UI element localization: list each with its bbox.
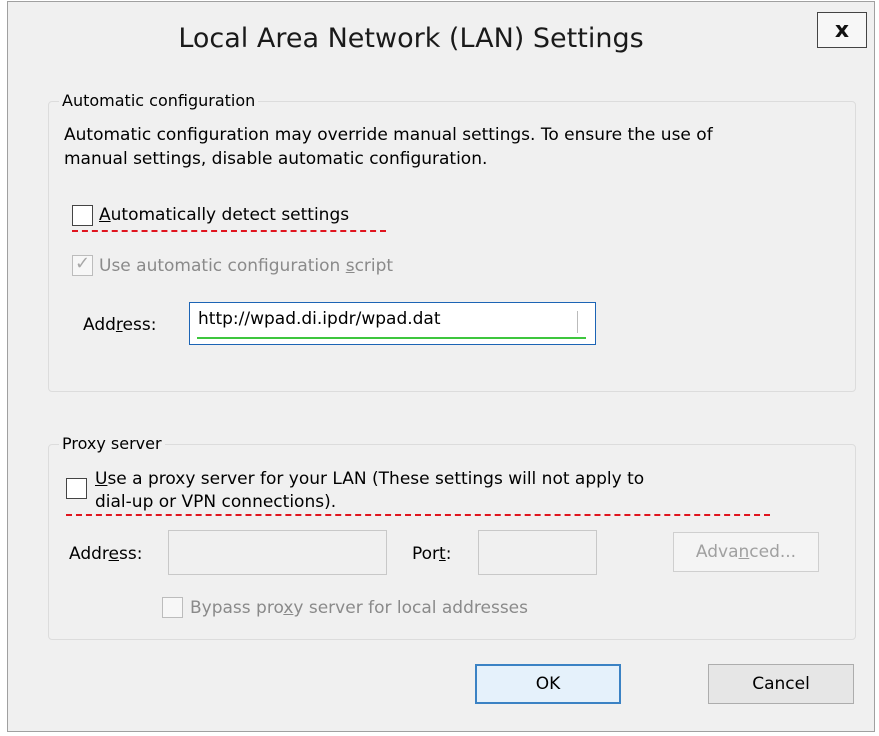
bypass-local-label[interactable]: Bypass proxy server for local addresses: [190, 598, 528, 618]
checkmark-icon: ✓: [75, 253, 91, 274]
auto-config-script-label[interactable]: Use automatic configuration script: [99, 256, 393, 276]
proxy-address-input[interactable]: [168, 530, 387, 575]
automatic-configuration-title: Automatic configuration: [59, 91, 259, 110]
auto-detect-label[interactable]: Automatically detect settings: [99, 205, 349, 225]
close-icon: x: [834, 17, 850, 43]
proxy-address-label: Address:: [69, 544, 143, 564]
cancel-button[interactable]: Cancel: [708, 664, 854, 704]
title-bar: Local Area Network (LAN) Settings x: [8, 2, 874, 80]
lan-settings-dialog: Local Area Network (LAN) Settings x Auto…: [7, 1, 875, 732]
proxy-port-label: Port:: [412, 544, 452, 564]
auto-config-description-line1: Automatic configuration may override man…: [64, 125, 713, 145]
auto-config-address-label: Address:: [83, 315, 157, 335]
advanced-button[interactable]: Adva n ced...: [673, 532, 819, 572]
spellcheck-underline: [197, 337, 586, 339]
focus-underline: [66, 514, 770, 516]
text-cursor: [577, 311, 578, 333]
use-proxy-label-line1[interactable]: Use a proxy server for your LAN (These s…: [95, 469, 644, 489]
use-proxy-checkbox[interactable]: [66, 478, 87, 499]
auto-detect-checkbox[interactable]: [72, 205, 93, 226]
dialog-title: Local Area Network (LAN) Settings: [178, 23, 644, 54]
auto-config-script-checkbox[interactable]: ✓: [72, 253, 93, 276]
auto-config-description-line2: manual settings, disable automatic confi…: [64, 149, 488, 169]
use-proxy-label-line2[interactable]: dial-up or VPN connections).: [95, 492, 336, 512]
ok-button[interactable]: OK: [475, 664, 621, 704]
bypass-local-checkbox[interactable]: [162, 597, 183, 618]
focus-underline: [72, 230, 386, 232]
proxy-server-title: Proxy server: [59, 434, 165, 453]
proxy-port-input[interactable]: [478, 530, 597, 575]
close-button[interactable]: x: [817, 12, 867, 48]
